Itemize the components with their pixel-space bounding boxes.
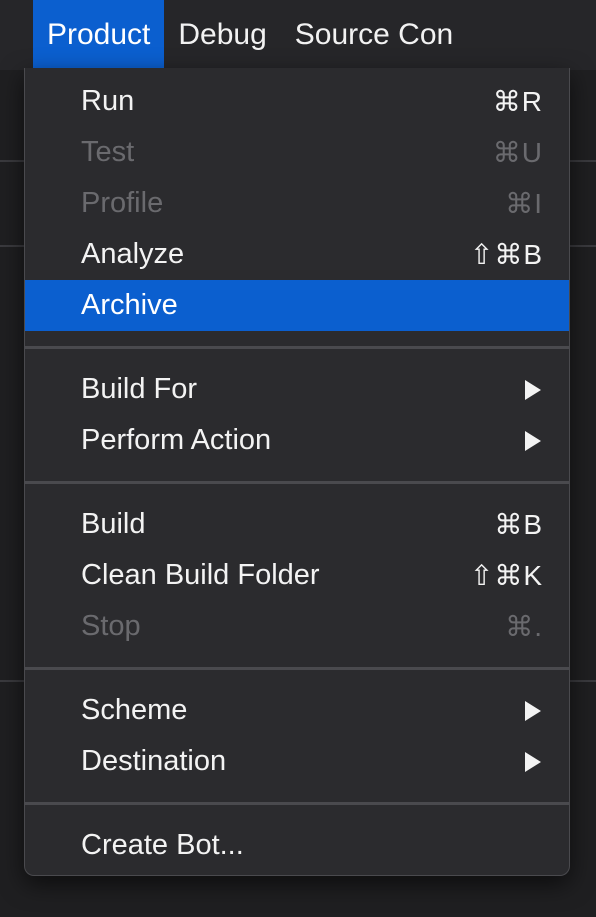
menu-item-label: Archive	[81, 289, 178, 321]
menu-item-profile[interactable]: Profile ⌘I	[25, 178, 569, 229]
menu-bar-spacer	[0, 0, 33, 70]
submenu-arrow-icon	[525, 700, 541, 721]
keyboard-shortcut: ⌘R	[492, 86, 543, 117]
keyboard-shortcut: ⇧⌘B	[469, 239, 543, 270]
menubar-debug[interactable]: Debug	[164, 0, 280, 70]
menu-item-label: Build For	[81, 373, 198, 405]
menu-item-label: Analyze	[81, 238, 185, 270]
menu-bar: Product Debug Source Con	[0, 0, 596, 70]
menu-item-label: Perform Action	[81, 424, 272, 456]
menu-item-stop[interactable]: Stop ⌘.	[25, 601, 569, 652]
keyboard-shortcut: ⌘I	[505, 188, 543, 219]
menu-item-label: Clean Build Folder	[81, 559, 320, 591]
menu-item-test[interactable]: Test ⌘U	[25, 127, 569, 178]
keyboard-shortcut: ⌘U	[492, 137, 543, 168]
menu-item-label: Test	[81, 136, 135, 168]
keyboard-shortcut: ⌘B	[494, 509, 543, 540]
submenu-arrow-icon	[525, 379, 541, 400]
menu-item-label: Create Bot...	[81, 829, 244, 861]
menu-item-label: Run	[81, 85, 135, 117]
menu-separator	[25, 346, 569, 349]
menu-item-clean-build-folder[interactable]: Clean Build Folder ⇧⌘K	[25, 550, 569, 601]
menubar-product[interactable]: Product	[33, 0, 165, 70]
menu-item-analyze[interactable]: Analyze ⇧⌘B	[25, 229, 569, 280]
menu-item-label: Destination	[81, 745, 227, 777]
menu-item-label: Scheme	[81, 694, 188, 726]
menu-separator	[25, 481, 569, 484]
menu-item-scheme[interactable]: Scheme	[25, 685, 569, 736]
menu-item-build[interactable]: Build ⌘B	[25, 499, 569, 550]
menu-separator	[25, 667, 569, 670]
keyboard-shortcut: ⌘.	[505, 611, 543, 642]
menu-item-label: Profile	[81, 187, 164, 219]
product-menu: Run ⌘R Test ⌘U Profile ⌘I Analyze ⇧⌘B Archive Bui…	[24, 68, 570, 876]
keyboard-shortcut: ⇧⌘K	[469, 560, 543, 591]
menu-separator	[25, 802, 569, 805]
menu-item-destination[interactable]: Destination	[25, 736, 569, 787]
menu-item-label: Build	[81, 508, 146, 540]
menu-item-label: Stop	[81, 610, 141, 642]
menu-item-create-bot[interactable]: Create Bot...	[25, 820, 569, 871]
menu-item-perform-action[interactable]: Perform Action	[25, 415, 569, 466]
menubar-source-control[interactable]: Source Con	[281, 0, 467, 70]
submenu-arrow-icon	[525, 751, 541, 772]
screen: Product Debug Source Con Run ⌘R Test ⌘U Prof…	[0, 0, 596, 917]
submenu-arrow-icon	[525, 430, 541, 451]
menu-item-run[interactable]: Run ⌘R	[25, 76, 569, 127]
menu-item-archive[interactable]: Archive	[25, 280, 569, 331]
menu-item-build-for[interactable]: Build For	[25, 364, 569, 415]
